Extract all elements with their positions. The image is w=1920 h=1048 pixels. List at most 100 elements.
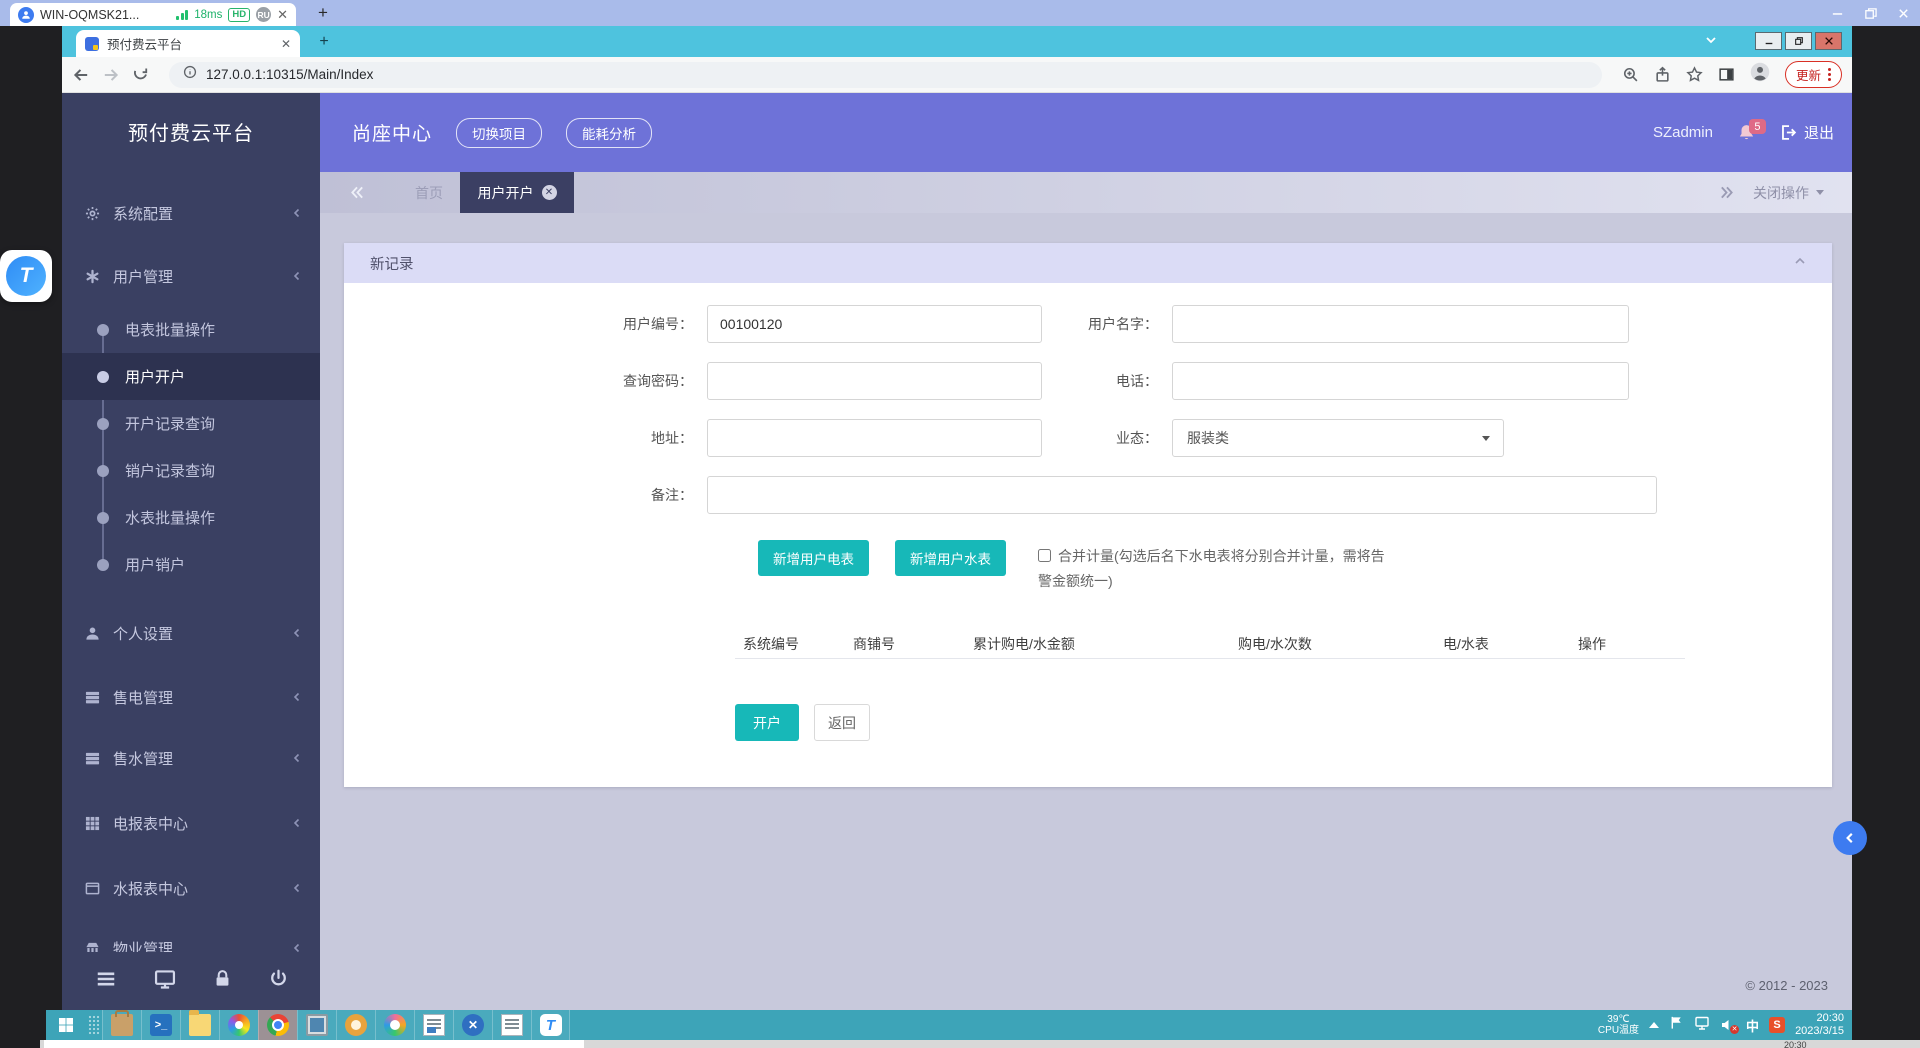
sidebar-bottom-bar [62, 952, 320, 1010]
sogou-ime-icon[interactable]: S [1769, 1017, 1785, 1033]
phone-input[interactable] [1172, 362, 1629, 400]
taskbar-icon-network-app[interactable] [375, 1010, 414, 1040]
taskbar-icon-report-app[interactable] [492, 1010, 531, 1040]
open-account-button[interactable]: 开户 [735, 704, 799, 741]
update-button[interactable]: 更新 [1785, 61, 1842, 88]
sidebar-subitem-meter-batch[interactable]: 电表批量操作 [62, 306, 320, 353]
notifications-button[interactable]: 5 [1737, 123, 1756, 142]
close-operations-dropdown[interactable]: 关闭操作 [1753, 172, 1824, 213]
taskbar-icon-system-monitor[interactable] [297, 1010, 336, 1040]
taskbar-icon-notepad[interactable] [414, 1010, 453, 1040]
sidebar-item-water-sales[interactable]: 售水管理 [62, 736, 320, 780]
taskbar-icon-browser-swirl[interactable] [219, 1010, 258, 1040]
caret-down-icon [1816, 190, 1824, 195]
merge-metering-checkbox[interactable] [1038, 549, 1051, 562]
add-water-meter-button[interactable]: 新增用户水表 [895, 540, 1006, 576]
volume-muted-icon[interactable]: ✕ [1720, 1017, 1736, 1033]
bookmark-star-icon[interactable] [1686, 66, 1703, 83]
minimize-button[interactable] [1831, 7, 1844, 20]
browser-minimize-button[interactable] [1755, 32, 1782, 50]
browser-restore-button[interactable] [1785, 32, 1812, 50]
user-name-input[interactable] [1172, 305, 1629, 343]
sidebar-subitem-close-account[interactable]: 用户销户 [62, 541, 320, 588]
browser-tab[interactable]: 预付费云平台 ✕ [76, 30, 300, 57]
collapse-chevron-icon[interactable] [1794, 255, 1806, 271]
todesk-floating-ball[interactable]: T [0, 250, 52, 302]
add-electric-meter-button[interactable]: 新增用户电表 [758, 540, 869, 576]
monitor-icon[interactable] [154, 968, 176, 995]
profile-avatar[interactable] [1750, 62, 1770, 87]
col-actions: 操作 [1570, 634, 1685, 654]
sidebar-item-system-config[interactable]: 系统配置 [62, 191, 320, 235]
sidebar-item-electricity-sales[interactable]: 售电管理 [62, 675, 320, 719]
forward-icon[interactable] [102, 66, 120, 84]
reload-icon[interactable] [132, 66, 149, 83]
close-button[interactable] [1897, 7, 1910, 20]
browser-close-button[interactable] [1815, 32, 1842, 50]
energy-analysis-button[interactable]: 能耗分析 [566, 118, 652, 148]
power-icon[interactable] [269, 969, 288, 993]
taskbar-grip[interactable] [88, 1015, 100, 1035]
user-no-input[interactable] [707, 305, 1042, 343]
chevron-down-icon[interactable] [1704, 33, 1718, 52]
form-row: 地址： 业态： 服装类 [344, 419, 1832, 457]
scroll-tabs-left-icon[interactable] [350, 185, 365, 205]
back-icon[interactable] [72, 66, 90, 84]
sidebar-item-personal-settings[interactable]: 个人设置 [62, 611, 320, 655]
floating-collapse-button[interactable] [1833, 821, 1867, 855]
sidebar-subitem-close-records[interactable]: 销户记录查询 [62, 447, 320, 494]
taskbar-icon-server-manager[interactable] [102, 1010, 141, 1040]
lock-icon[interactable] [213, 969, 232, 993]
sidebar-subitem-open-records[interactable]: 开户记录查询 [62, 400, 320, 447]
tab-home[interactable]: 首页 [398, 172, 460, 213]
todesk-session-tab[interactable]: WIN-OQMSK21... 18ms HD RU ✕ [10, 3, 296, 26]
remark-input[interactable] [707, 476, 1657, 514]
business-type-select[interactable]: 服装类 [1172, 419, 1504, 457]
col-total-amount: 累计购电/水金额 [965, 634, 1230, 654]
taskbar-icon-chrome[interactable] [258, 1010, 297, 1040]
taskbar-clock[interactable]: 20:30 2023/3/15 [1795, 1012, 1844, 1038]
mute-x-badge: ✕ [1730, 1025, 1739, 1034]
taskbar-icon-file-explorer[interactable] [180, 1010, 219, 1040]
sidebar-item-electric-reports[interactable]: 电报表中心 [62, 801, 320, 845]
action-center-flag-icon[interactable] [1669, 1015, 1684, 1035]
ime-indicator[interactable]: 中 [1746, 1016, 1759, 1035]
share-icon[interactable] [1654, 66, 1671, 83]
col-system-no: 系统编号 [735, 634, 845, 654]
taskbar-icon-gear-app[interactable] [336, 1010, 375, 1040]
show-hidden-icons[interactable] [1649, 1022, 1659, 1028]
sidebar-item-water-reports[interactable]: 水报表中心 [62, 866, 320, 910]
menu-dots-icon[interactable] [1828, 68, 1831, 81]
meter-buttons-row: 新增用户电表 新增用户水表 合并计量(勾选后名下水电表将分别合并计量，需将告警金… [758, 540, 1832, 594]
header-right: SZadmin 5 退出 [1653, 122, 1834, 143]
switch-project-button[interactable]: 切换项目 [456, 118, 542, 148]
new-session-button[interactable]: + [312, 2, 334, 24]
tab-open-account-active[interactable]: 用户开户 ✕ [460, 172, 574, 213]
hd-badge[interactable]: HD [228, 8, 250, 22]
tab-close-icon[interactable]: ✕ [542, 185, 557, 200]
todesk-window-controls [1831, 0, 1910, 26]
side-panel-icon[interactable] [1718, 66, 1735, 83]
sidebar-subitem-water-batch[interactable]: 水表批量操作 [62, 494, 320, 541]
start-button[interactable] [46, 1010, 86, 1040]
info-icon[interactable] [183, 65, 197, 84]
taskbar-icon-todesk[interactable]: T [531, 1010, 570, 1040]
session-close-button[interactable]: ✕ [277, 8, 288, 21]
sidebar-item-user-management[interactable]: 用户管理 [62, 254, 320, 298]
address-bar[interactable]: 127.0.0.1:10315/Main/Index [169, 62, 1602, 88]
scroll-tabs-right-icon[interactable] [1719, 185, 1734, 205]
taskbar-icon-admin-tools[interactable]: ✕ [453, 1010, 492, 1040]
browser-new-tab-button[interactable]: + [314, 33, 334, 51]
query-password-input[interactable] [707, 362, 1042, 400]
network-icon[interactable] [1694, 1015, 1710, 1036]
restore-button[interactable] [1864, 7, 1877, 20]
back-button[interactable]: 返回 [814, 704, 870, 741]
hamburger-icon[interactable] [95, 968, 117, 995]
taskbar-icon-powershell[interactable]: >_ [141, 1010, 180, 1040]
chevron-left-icon [292, 271, 302, 281]
sidebar-subitem-open-account[interactable]: 用户开户 [62, 353, 320, 400]
address-input[interactable] [707, 419, 1042, 457]
tab-close-icon[interactable]: ✕ [281, 37, 291, 51]
zoom-icon[interactable] [1622, 66, 1639, 83]
logout-button[interactable]: 退出 [1780, 122, 1834, 143]
